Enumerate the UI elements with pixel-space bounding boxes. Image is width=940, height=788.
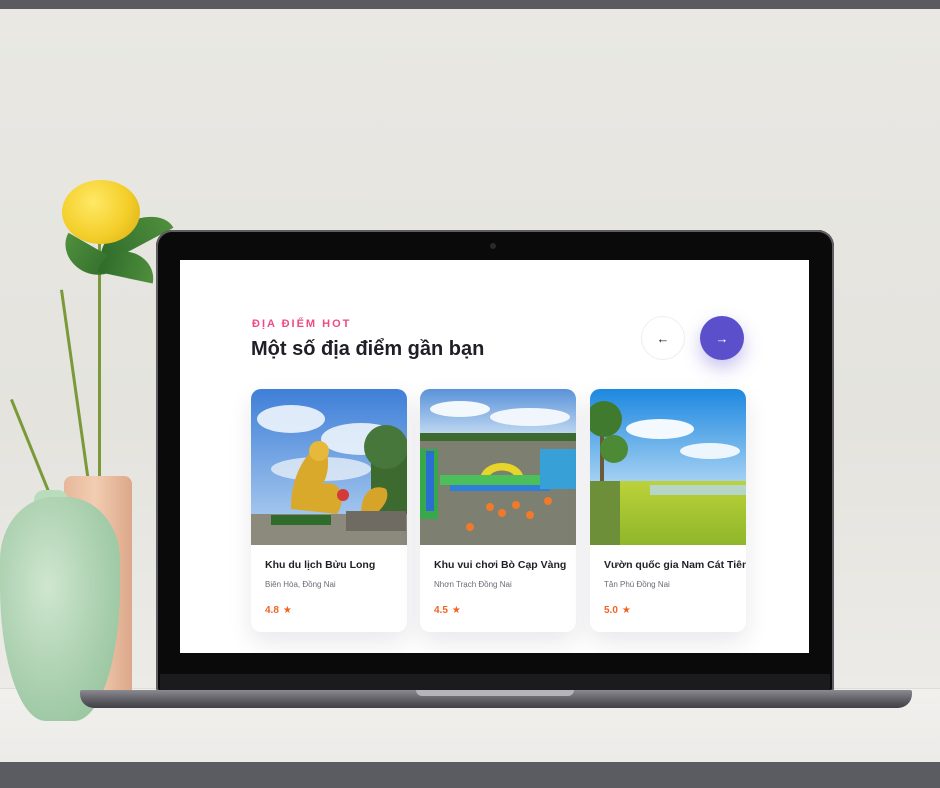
carousel-next-button[interactable]: → bbox=[700, 316, 744, 360]
place-photo-grassland bbox=[590, 389, 746, 545]
yellow-flower bbox=[62, 180, 140, 244]
place-location: Biên Hòa, Đồng Nai bbox=[265, 580, 336, 589]
carousel-prev-button[interactable]: ← bbox=[641, 316, 685, 360]
place-name: Khu vui chơi Bò Cạp Vàng bbox=[434, 559, 567, 571]
arrow-left-icon: ← bbox=[656, 330, 670, 346]
place-photo-dragon-park bbox=[251, 389, 407, 545]
bottom-band bbox=[0, 762, 940, 788]
rating-value: 5.0 bbox=[604, 605, 618, 616]
place-rating: 4.5 ★ bbox=[434, 605, 461, 616]
place-name: Khu du lịch Bửu Long bbox=[265, 559, 376, 571]
top-band bbox=[0, 0, 940, 9]
place-location: Nhơn Trạch Đồng Nai bbox=[434, 580, 512, 589]
star-icon: ★ bbox=[451, 605, 461, 616]
rating-value: 4.5 bbox=[434, 605, 448, 616]
laptop-base-notch bbox=[416, 690, 574, 696]
section-title: Một số địa điểm gần bạn bbox=[251, 338, 485, 360]
place-card[interactable]: Khu du lịch Bửu Long Biên Hòa, Đồng Nai … bbox=[251, 389, 407, 632]
arrow-right-icon: → bbox=[715, 330, 729, 346]
place-rating: 5.0 ★ bbox=[604, 605, 631, 616]
place-rating: 4.8 ★ bbox=[265, 605, 292, 616]
webcam bbox=[490, 243, 496, 249]
star-icon: ★ bbox=[621, 605, 631, 616]
place-name: Vườn quốc gia Nam Cát Tiên bbox=[604, 559, 746, 571]
star-icon: ★ bbox=[282, 605, 292, 616]
place-location: Tân Phú Đồng Nai bbox=[604, 580, 670, 589]
place-card[interactable]: Khu vui chơi Bò Cạp Vàng Nhơn Trạch Đồng… bbox=[420, 389, 576, 632]
place-card[interactable]: Vườn quốc gia Nam Cát Tiên Tân Phú Đồng … bbox=[590, 389, 746, 632]
green-vase bbox=[0, 497, 120, 721]
rating-value: 4.8 bbox=[265, 605, 279, 616]
laptop-screen: ĐỊA ĐIỂM HOT Một số địa điểm gần bạn ← → bbox=[180, 260, 809, 653]
section-eyebrow: ĐỊA ĐIỂM HOT bbox=[252, 318, 352, 330]
place-photo-water-park bbox=[420, 389, 576, 545]
